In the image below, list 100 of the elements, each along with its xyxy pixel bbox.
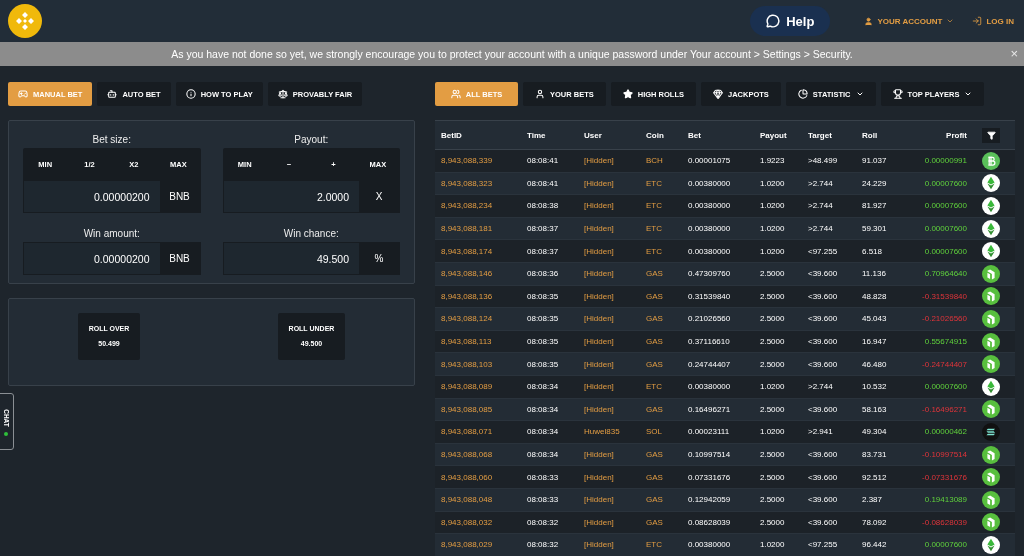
table-cell-text: >2.941: [808, 427, 834, 437]
bet-id-link[interactable]: 8,943,088,323: [441, 178, 527, 188]
user-link[interactable]: [Hidden]: [584, 201, 646, 211]
bet-id-link[interactable]: 8,943,088,113: [441, 337, 527, 347]
table-cell-text: GAS: [646, 314, 664, 324]
user-link[interactable]: [Hidden]: [584, 495, 646, 505]
filter-button[interactable]: [982, 127, 1000, 143]
table-cell-text: 2.5000: [760, 450, 786, 459]
profit-cell-text: 0.00000991: [923, 156, 967, 166]
table-cell-text: 08:08:34: [527, 382, 560, 392]
bet-id-link[interactable]: 8,943,088,174: [441, 246, 527, 256]
table-cell-text: <97.255: [808, 246, 839, 256]
help-button[interactable]: Help: [750, 6, 831, 36]
table-cell-text: >2.744: [808, 201, 834, 211]
bet-id-link[interactable]: 8,943,088,029: [441, 540, 527, 550]
table-cell-text: 24.229: [862, 178, 888, 188]
user-link[interactable]: [Hidden]: [584, 269, 646, 279]
table-cell-text: >48.499: [808, 156, 839, 166]
table-cell-text: 08:08:41: [527, 156, 560, 166]
user-link[interactable]: [Hidden]: [584, 291, 646, 301]
table-cell-text: GAS: [646, 404, 664, 414]
table-cell-text: 0.10997514: [688, 450, 732, 459]
table-cell-text: GAS: [646, 291, 664, 301]
ethereum-classic-coin-icon: [982, 377, 1000, 396]
user-link[interactable]: [Hidden]: [584, 156, 646, 166]
table-cell-text: 2.387: [862, 495, 884, 505]
bet-id-link[interactable]: 8,943,088,124: [441, 314, 527, 324]
bet-id-link[interactable]: 8,943,088,234: [441, 201, 527, 211]
bet-id-link[interactable]: 8,943,088,103: [441, 359, 527, 369]
table-cell-text: 08:08:36: [527, 269, 560, 279]
profit-cell-text: 0.00000462: [923, 427, 967, 437]
profit-cell-text: 0.00007600: [923, 246, 967, 256]
table-cell-text: <39.600: [808, 291, 839, 301]
bet-id-link[interactable]: 8,943,088,068: [441, 450, 527, 459]
table-cell-text: 08:08:34: [527, 450, 560, 459]
table-cell-text: 2.5000: [760, 472, 786, 482]
bet-id-link[interactable]: 8,943,088,136: [441, 291, 527, 301]
bet-id-link[interactable]: 8,943,088,048: [441, 495, 527, 505]
table-cell-text: <97.255: [808, 540, 839, 550]
user-link[interactable]: [Hidden]: [584, 178, 646, 188]
user-link[interactable]: [Hidden]: [584, 337, 646, 347]
table-cell-text: 2.5000: [760, 404, 786, 414]
table-cell-text: 0.00380000: [688, 201, 732, 211]
bet-id-link[interactable]: 8,943,088,339: [441, 156, 527, 166]
bet-id-link[interactable]: 8,943,088,071: [441, 427, 527, 437]
bet-id-link[interactable]: 8,943,088,089: [441, 382, 527, 392]
table-cell-text: ETC: [646, 246, 663, 256]
table-cell-text: ETC: [646, 178, 663, 188]
column-header: Profit: [945, 130, 967, 140]
table-cell-text: GAS: [646, 495, 664, 505]
user-link[interactable]: [Hidden]: [584, 517, 646, 527]
user-link[interactable]: Huwel835: [584, 427, 646, 437]
bet-id-link[interactable]: 8,943,088,032: [441, 517, 527, 527]
user-link[interactable]: [Hidden]: [584, 359, 646, 369]
info-icon: [185, 89, 196, 99]
ethereum-classic-coin-icon: [982, 242, 1000, 261]
table-cell-text: 2.5000: [760, 359, 786, 369]
neo-gas-coin-icon: [982, 264, 1000, 283]
table-cell-text: 91.037: [862, 156, 888, 166]
bet-id-link[interactable]: 8,943,088,181: [441, 224, 527, 234]
user-link[interactable]: [Hidden]: [584, 450, 646, 459]
account-menu[interactable]: YOUR ACCOUNT: [864, 16, 955, 26]
table-cell-text: <39.600: [808, 472, 839, 482]
user-link[interactable]: [Hidden]: [584, 224, 646, 234]
bet-id-link[interactable]: 8,943,088,060: [441, 472, 527, 482]
table-cell-text: >2.744: [808, 382, 834, 392]
table-cell-text: 48.828: [862, 291, 888, 301]
table-cell-text: 0.47309760: [688, 269, 732, 279]
table-cell-text: 08:08:37: [527, 246, 560, 256]
profit-cell-text: 0.00007600: [923, 178, 967, 188]
profit-cell-text: -0.08628039: [921, 517, 967, 527]
table-cell-text: 2.5000: [760, 314, 786, 324]
user-link[interactable]: [Hidden]: [584, 382, 646, 392]
table-cell-text: 0.31539840: [688, 291, 732, 301]
profit-cell-text: 0.19413089: [923, 495, 967, 505]
table-cell-text: 92.512: [862, 472, 888, 482]
user-link[interactable]: [Hidden]: [584, 540, 646, 550]
neo-gas-coin-icon: [982, 287, 1000, 306]
neo-gas-coin-icon: [982, 468, 1000, 487]
neo-gas-coin-icon: [982, 490, 1000, 509]
user-link[interactable]: [Hidden]: [584, 246, 646, 256]
neo-gas-coin-icon: [982, 332, 1000, 351]
profit-cell-text: -0.31539840: [921, 291, 967, 301]
table-cell-text: 08:08:35: [527, 314, 560, 324]
login-link[interactable]: LOG IN: [972, 16, 1014, 26]
table-cell-text: 1.0200: [760, 246, 786, 256]
user-link[interactable]: [Hidden]: [584, 472, 646, 482]
bet-id-link[interactable]: 8,943,088,085: [441, 404, 527, 414]
neo-gas-coin-icon: [982, 355, 1000, 374]
table-cell-text: GAS: [646, 450, 664, 459]
user-link[interactable]: [Hidden]: [584, 404, 646, 414]
bet-id-link[interactable]: 8,943,088,146: [441, 269, 527, 279]
table-cell-text: 45.043: [862, 314, 888, 324]
table-cell-text: <39.600: [808, 314, 839, 324]
user-link[interactable]: [Hidden]: [584, 314, 646, 324]
table-cell-text: <39.600: [808, 269, 839, 279]
table-cell-text: 11.136: [862, 269, 887, 279]
logo-icon[interactable]: [8, 4, 42, 38]
table-cell-text: 08:08:37: [527, 224, 560, 234]
star-icon: [622, 89, 633, 99]
